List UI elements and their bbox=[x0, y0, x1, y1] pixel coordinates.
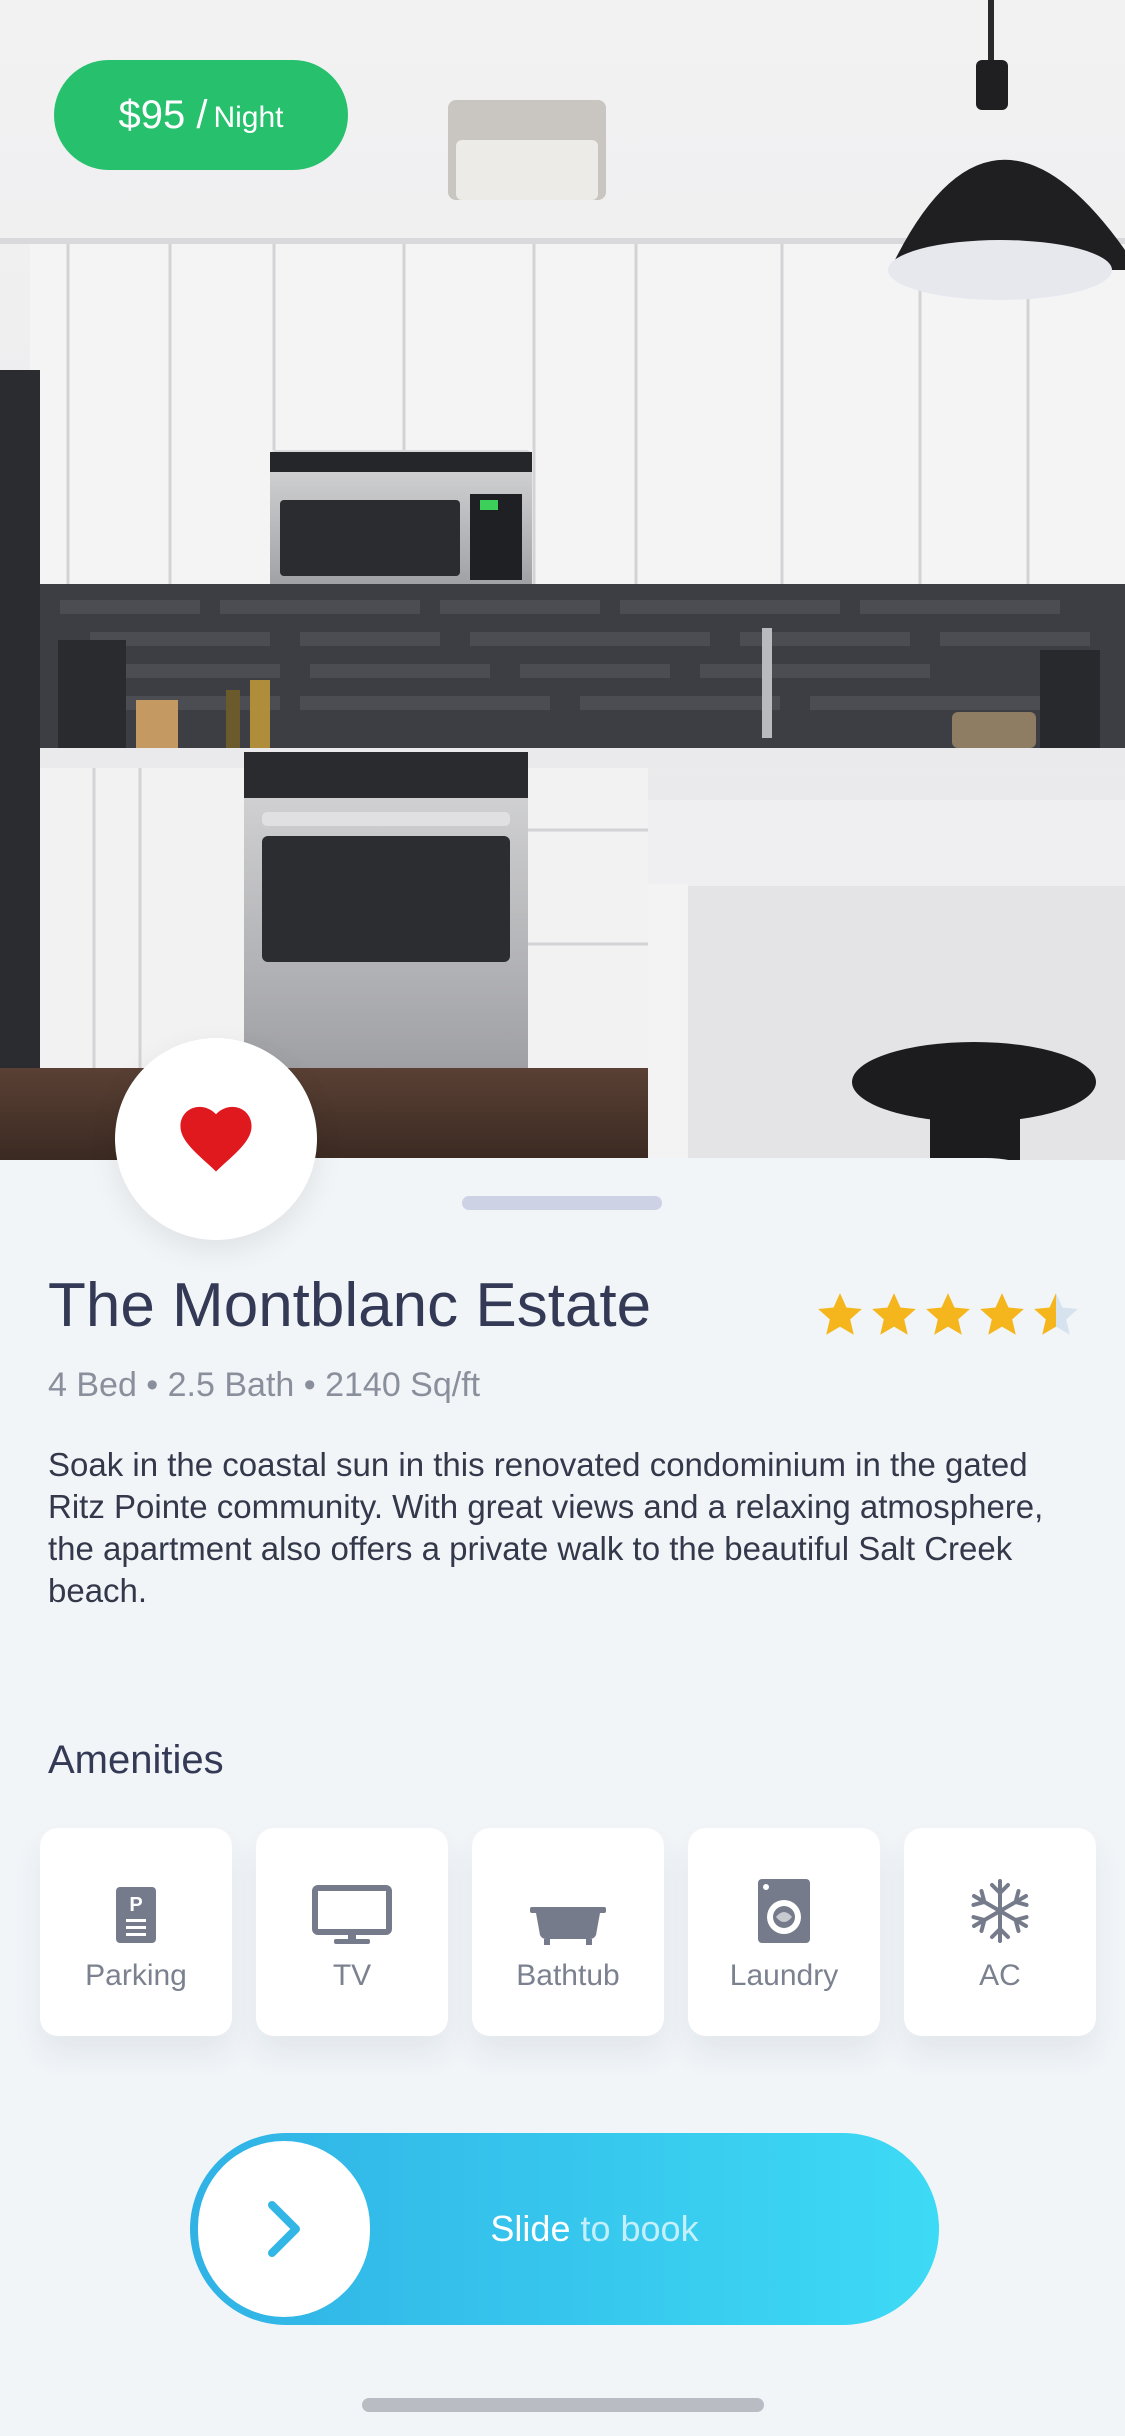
star-rating bbox=[815, 1290, 1085, 1350]
amenity-tv[interactable]: TV bbox=[256, 1828, 448, 2036]
amenity-label: AC bbox=[979, 1959, 1021, 1992]
star-icon bbox=[818, 1293, 862, 1335]
amenity-label: TV bbox=[332, 1959, 372, 1992]
home-indicator bbox=[362, 2398, 764, 2412]
price-unit: Night bbox=[213, 101, 284, 134]
amenity-parking[interactable]: P Parking bbox=[40, 1828, 232, 2036]
snowflake-icon bbox=[968, 1879, 1032, 1943]
parking-icon: P bbox=[116, 1887, 156, 1943]
heart-icon bbox=[180, 1106, 252, 1172]
laundry-icon bbox=[758, 1879, 810, 1943]
amenities-heading: Amenities bbox=[48, 1738, 224, 1782]
listing-title: The Montblanc Estate bbox=[48, 1271, 652, 1340]
bathtub-icon bbox=[530, 1907, 606, 1945]
listing-description: Soak in the coastal sun in this renovate… bbox=[48, 1446, 1044, 1609]
slider-knob[interactable] bbox=[198, 2141, 370, 2317]
hero-photo bbox=[0, 0, 1125, 1160]
price-amount: $95 / bbox=[118, 92, 208, 137]
amenity-ac[interactable]: AC bbox=[904, 1828, 1096, 2036]
slide-to-book[interactable]: Slide to book bbox=[190, 2133, 939, 2325]
svg-text:P: P bbox=[129, 1894, 142, 1916]
amenity-label: Laundry bbox=[729, 1959, 839, 1992]
amenity-label: Parking bbox=[85, 1959, 187, 1992]
star-icon bbox=[980, 1293, 1024, 1335]
star-icon bbox=[926, 1293, 970, 1335]
half-star-icon bbox=[1034, 1293, 1078, 1335]
star-icon bbox=[872, 1293, 916, 1335]
amenity-bathtub[interactable]: Bathtub bbox=[472, 1828, 664, 2036]
tv-icon bbox=[312, 1885, 392, 1944]
listing-specs: 4 Bed • 2.5 Bath • 2140 Sq/ft bbox=[48, 1366, 481, 1404]
amenity-laundry[interactable]: Laundry bbox=[688, 1828, 880, 2036]
sheet-drag-handle[interactable] bbox=[462, 1196, 662, 1210]
favorite-button[interactable] bbox=[115, 1038, 317, 1240]
chevron-right-icon bbox=[268, 2201, 300, 2257]
amenity-label: Bathtub bbox=[516, 1959, 620, 1992]
price-badge: $95 / Night bbox=[54, 60, 348, 170]
